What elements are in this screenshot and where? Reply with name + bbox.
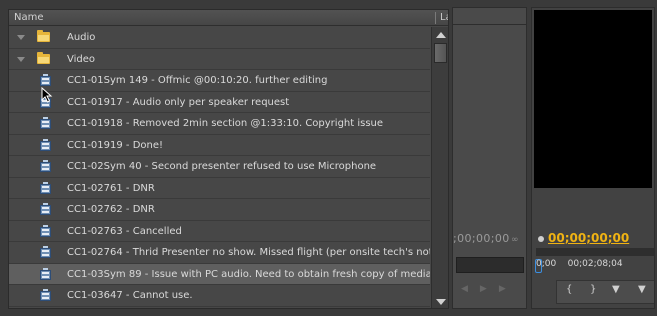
- source-timecode[interactable]: ;00;00;00: [453, 232, 510, 245]
- sequence-row[interactable]: CC1-03647 - Cannot use.: [9, 285, 430, 307]
- name-column-header[interactable]: Name: [14, 12, 44, 23]
- sequence-icon: [39, 74, 52, 87]
- sequence-label: CC1-01918 - Removed 2min section @1:33:1…: [67, 118, 384, 129]
- sequence-icon: [39, 181, 52, 195]
- sequence-label: CC1-03Sym 89 - Issue with PC audio. Need…: [67, 268, 430, 280]
- folder-icon: [37, 51, 50, 64]
- program-monitor-panel: 00;00;00;00 0;00 00;02;08;04 { } ▼ ▼: [531, 7, 655, 309]
- sequence-label: CC1-01Sym 149 - Offmic @00:10:20. furthe…: [67, 75, 328, 86]
- sequence-label: CC1-02Sym 40 - Second presenter refused …: [67, 161, 377, 172]
- scroll-down-arrow-icon[interactable]: [436, 299, 446, 305]
- folder-label: Video: [67, 53, 96, 65]
- bin-vertical-scrollbar[interactable]: [431, 27, 448, 308]
- sequence-row[interactable]: CC1-01917 - Audio only per speaker reque…: [9, 92, 430, 113]
- project-bin-panel: Name La Audio Video CC1-01Sym 149 - Offm…: [8, 9, 449, 309]
- sequence-row[interactable]: CC1-01919 - Done!: [9, 135, 430, 156]
- time-ruler-labels: 0;00 00;02;08;04: [536, 259, 623, 269]
- bin-column-header: Name La: [9, 10, 448, 26]
- mouse-pointer-icon: [41, 87, 53, 103]
- sequence-row[interactable]: CC1-02Sym 40 - Second presenter refused …: [9, 156, 430, 178]
- folder-row-video[interactable]: Video: [9, 49, 430, 70]
- folder-icon: [37, 30, 50, 42]
- sequence-row[interactable]: CC1-02762 - DNR: [9, 199, 430, 221]
- sequence-label: CC1-02763 - Cancelled: [67, 225, 182, 237]
- sequence-icon: [39, 289, 52, 302]
- source-timeline-bar[interactable]: [456, 257, 524, 273]
- panel-tab-strip: [453, 24, 526, 25]
- sequence-icon: [39, 160, 52, 173]
- disclosure-triangle-icon[interactable]: [17, 56, 25, 62]
- sequence-label: CC1-01917 - Audio only per speaker reque…: [67, 96, 290, 108]
- go-to-in-icon[interactable]: ▼: [638, 284, 646, 295]
- column-divider[interactable]: [435, 12, 436, 24]
- ruler-mark-label: 00;02;08;04: [567, 259, 623, 269]
- program-video-display: [534, 10, 652, 188]
- scroll-up-arrow-icon[interactable]: [436, 32, 446, 38]
- sequence-icon: [39, 138, 52, 152]
- mark-out-icon[interactable]: }: [590, 284, 596, 295]
- sequence-icon: [39, 203, 52, 216]
- sequence-row[interactable]: CC1-02761 - DNR: [9, 178, 430, 199]
- program-timecode[interactable]: 00;00;00;00: [548, 231, 629, 245]
- sequence-row[interactable]: CC1-02763 - Cancelled: [9, 221, 430, 242]
- folder-row-audio[interactable]: Audio: [9, 27, 430, 49]
- source-monitor-panel: ;00;00;00 ∞ ◀▶▶: [452, 7, 527, 309]
- add-marker-icon[interactable]: ▼: [612, 284, 620, 295]
- sequence-label: CC1-02761 - DNR: [67, 182, 155, 194]
- sequence-icon: [39, 246, 52, 259]
- sequence-row[interactable]: CC1-01Sym 149 - Offmic @00:10:20. furthe…: [9, 70, 430, 92]
- bin-item-list: Audio Video CC1-01Sym 149 - Offmic @00:1…: [9, 27, 430, 308]
- scrollbar-thumb[interactable]: [434, 43, 447, 63]
- mark-in-icon[interactable]: {: [566, 284, 572, 295]
- sequence-label: CC1-03647 - Cannot use.: [67, 290, 193, 301]
- disclosure-triangle-icon[interactable]: [17, 35, 25, 40]
- sequence-label: CC1-01919 - Done!: [67, 139, 164, 151]
- timecode-indicator-icon: [538, 236, 544, 242]
- time-ruler-track[interactable]: [536, 248, 654, 256]
- sequence-row-selected[interactable]: CC1-03Sym 89 - Issue with PC audio. Need…: [9, 263, 430, 285]
- ruler-start-label: 0;00: [536, 259, 557, 269]
- folder-label: Audio: [67, 32, 96, 43]
- sequence-label: CC1-02762 - DNR: [67, 204, 155, 215]
- label-column-header[interactable]: La: [440, 12, 448, 23]
- sequence-icon: [39, 267, 52, 281]
- link-icon: ∞: [511, 235, 519, 245]
- source-transport-buttons[interactable]: ◀▶▶: [461, 284, 518, 294]
- sequence-row[interactable]: CC1-02764 - Thrid Presenter no show. Mis…: [9, 242, 430, 264]
- sequence-label: CC1-02764 - Thrid Presenter no show. Mis…: [67, 247, 430, 258]
- sequence-row[interactable]: CC1-01918 - Removed 2min section @1:33:1…: [9, 113, 430, 135]
- sequence-icon: [39, 224, 52, 238]
- sequence-icon: [39, 117, 52, 130]
